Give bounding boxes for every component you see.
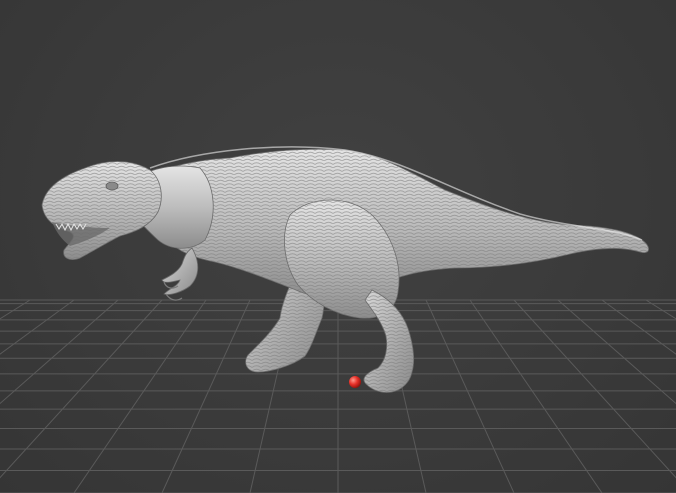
grid-line bbox=[0, 299, 31, 320]
grid-line bbox=[557, 299, 676, 405]
grid-line bbox=[0, 299, 119, 405]
t-rex-model[interactable] bbox=[41, 146, 649, 393]
head-texture bbox=[42, 161, 162, 260]
front-arm bbox=[161, 247, 199, 295]
grid-line bbox=[601, 299, 676, 355]
grid-line bbox=[469, 299, 603, 493]
viewport-canvas[interactable] bbox=[0, 0, 676, 493]
pivot-point-icon[interactable] bbox=[349, 376, 361, 388]
grid-line bbox=[425, 299, 515, 493]
ground-grid bbox=[0, 299, 676, 493]
grid-line bbox=[513, 299, 676, 479]
3d-viewport[interactable] bbox=[0, 0, 676, 493]
grid-line bbox=[161, 299, 251, 493]
grid-line bbox=[0, 299, 75, 355]
grid-line bbox=[73, 299, 207, 493]
grid-line bbox=[0, 299, 163, 479]
grid-line bbox=[645, 299, 676, 320]
leg-texture bbox=[363, 290, 414, 393]
eye bbox=[105, 181, 119, 191]
